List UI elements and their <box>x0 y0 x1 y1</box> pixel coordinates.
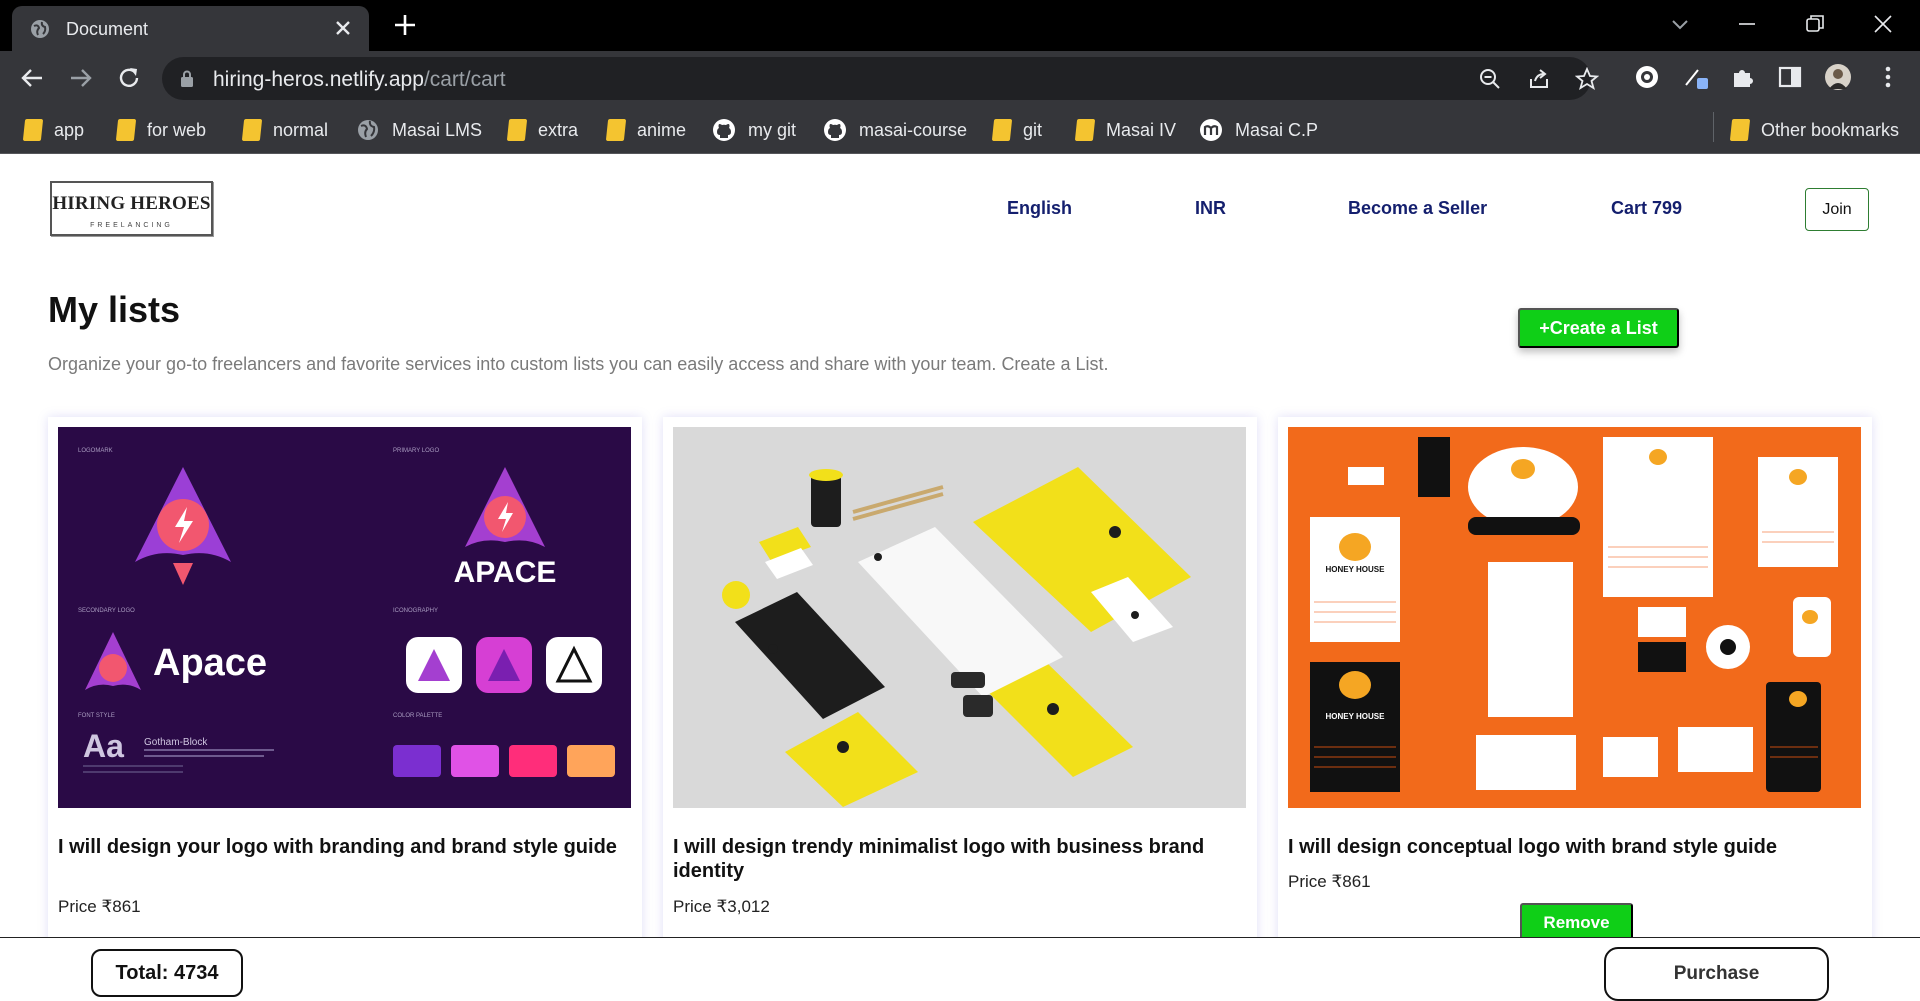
page-description: Organize your go-to freelancers and favo… <box>48 354 1109 374</box>
menu-dots-icon[interactable] <box>1875 64 1901 90</box>
back-icon[interactable] <box>18 64 46 92</box>
svg-text:ICONOGRAPHY: ICONOGRAPHY <box>393 608 438 614</box>
zoom-out-icon[interactable] <box>1478 67 1502 91</box>
folder-icon <box>506 119 528 141</box>
service-image-stationery[interactable] <box>673 427 1246 808</box>
bookmark-git[interactable]: git <box>991 116 1042 144</box>
browser-tab-bar: Document <box>0 0 1920 51</box>
svg-text:COLOR PALETTE: COLOR PALETTE <box>393 713 442 719</box>
bookmark-masai-iv[interactable]: Masai IV <box>1074 116 1176 144</box>
bookmark-masai-cp[interactable]: Masai C.P <box>1199 116 1318 144</box>
service-price: Price ₹861 <box>1288 872 1371 891</box>
nav-language[interactable]: English <box>1007 198 1072 219</box>
service-price: Price ₹861 <box>58 897 141 916</box>
bookmark-masai-course[interactable]: masai-course <box>823 116 967 144</box>
bookmarks-divider <box>1713 112 1714 142</box>
globe-icon <box>358 120 378 140</box>
folder-icon <box>605 119 627 141</box>
bookmark-anime[interactable]: anime <box>605 116 686 144</box>
side-panel-icon[interactable] <box>1777 64 1803 90</box>
site-logo[interactable]: HIRING HEROES FREELANCING <box>50 181 213 236</box>
bookmark-for-web[interactable]: for web <box>115 116 206 144</box>
nav-cart[interactable]: Cart 799 <box>1611 198 1682 219</box>
svg-text:LOGOMARK: LOGOMARK <box>78 448 113 454</box>
honey-house-brand-mockup: HONEY HOUSE HONEY HOUSE <box>1288 427 1861 808</box>
url-text[interactable]: hiring-heros.netlify.app/cart/cart <box>213 68 506 92</box>
yellow-stationery-mockup <box>673 427 1246 808</box>
folder-icon <box>1729 119 1751 141</box>
service-price: Price ₹3,012 <box>673 897 770 916</box>
bookmark-other[interactable]: Other bookmarks <box>1729 116 1899 144</box>
bookmark-extra[interactable]: extra <box>506 116 578 144</box>
svg-text:HONEY HOUSE: HONEY HOUSE <box>1326 565 1386 574</box>
folder-icon <box>1074 119 1096 141</box>
address-bar[interactable]: hiring-heros.netlify.app/cart/cart <box>162 57 1599 100</box>
page-content: HIRING HEROES FREELANCING English INR Be… <box>0 155 1920 1000</box>
browser-tab[interactable]: Document <box>12 6 369 51</box>
folder-icon <box>991 119 1013 141</box>
lock-icon[interactable] <box>180 70 194 87</box>
svg-text:APACE: APACE <box>454 556 557 589</box>
svg-text:Apace: Apace <box>153 642 267 684</box>
bookmark-normal[interactable]: normal <box>241 116 328 144</box>
nav-become-seller[interactable]: Become a Seller <box>1348 198 1487 219</box>
pen-extension-icon[interactable] <box>1683 64 1709 90</box>
reload-icon[interactable] <box>115 64 143 92</box>
create-list-button[interactable]: +Create a List <box>1518 308 1679 348</box>
share-icon[interactable] <box>1527 67 1551 91</box>
svg-text:HONEY HOUSE: HONEY HOUSE <box>1326 712 1386 721</box>
close-window-icon[interactable] <box>1871 12 1895 36</box>
folder-icon <box>22 119 44 141</box>
svg-text:PRIMARY LOGO: PRIMARY LOGO <box>393 448 439 454</box>
page-title: My lists <box>48 289 181 330</box>
github-icon <box>713 119 735 141</box>
service-title[interactable]: I will design trendy minimalist logo wit… <box>673 835 1233 883</box>
bookmark-star-icon[interactable] <box>1575 67 1599 91</box>
folder-icon <box>115 119 137 141</box>
puzzle-icon[interactable] <box>1730 64 1756 90</box>
bookmarks-bar: app for web normal Masai LMS extra anime… <box>0 106 1920 154</box>
nav-currency[interactable]: INR <box>1195 198 1226 219</box>
service-image-honey-house[interactable]: HONEY HOUSE HONEY HOUSE <box>1288 427 1861 808</box>
m-icon <box>1200 119 1222 141</box>
service-card[interactable]: HONEY HOUSE HONEY HOUSE I will design co… <box>1278 417 1872 977</box>
extension-icon[interactable] <box>1634 64 1660 90</box>
join-button[interactable]: Join <box>1805 188 1869 231</box>
new-tab-icon[interactable] <box>392 12 418 38</box>
service-image-apace[interactable]: LOGOMARK PRIMARY LOGO SECONDARY LOGO ICO… <box>58 427 631 808</box>
purchase-button[interactable]: Purchase <box>1604 947 1829 1001</box>
cart-total: Total: 4734 <box>91 949 243 997</box>
bookmark-masai-lms[interactable]: Masai LMS <box>356 116 482 144</box>
minimize-icon[interactable] <box>1735 12 1759 36</box>
svg-text:Gotham-Block: Gotham-Block <box>144 737 208 748</box>
globe-icon <box>31 20 49 38</box>
svg-text:SECONDARY LOGO: SECONDARY LOGO <box>78 608 135 614</box>
github-icon <box>824 119 846 141</box>
cart-footer: Total: 4734 Purchase <box>0 937 1920 1001</box>
tab-search-icon[interactable] <box>1668 12 1692 36</box>
service-title[interactable]: I will design conceptual logo with brand… <box>1288 835 1848 859</box>
forward-icon[interactable] <box>67 64 95 92</box>
avatar[interactable] <box>1825 64 1851 90</box>
folder-icon <box>241 119 263 141</box>
browser-toolbar: hiring-heros.netlify.app/cart/cart <box>0 51 1920 106</box>
apace-brand-sheet: LOGOMARK PRIMARY LOGO SECONDARY LOGO ICO… <box>58 427 631 808</box>
tab-title: Document <box>66 19 149 39</box>
svg-text:FONT STYLE: FONT STYLE <box>78 713 115 719</box>
service-card[interactable]: LOGOMARK PRIMARY LOGO SECONDARY LOGO ICO… <box>48 417 642 977</box>
close-tab-icon[interactable] <box>331 16 355 40</box>
service-card[interactable]: I will design trendy minimalist logo wit… <box>663 417 1257 977</box>
restore-icon[interactable] <box>1803 12 1827 36</box>
bookmark-app[interactable]: app <box>22 116 84 144</box>
svg-text:Aa: Aa <box>83 728 124 764</box>
service-title[interactable]: I will design your logo with branding an… <box>58 835 618 859</box>
bookmark-my-git[interactable]: my git <box>712 116 796 144</box>
